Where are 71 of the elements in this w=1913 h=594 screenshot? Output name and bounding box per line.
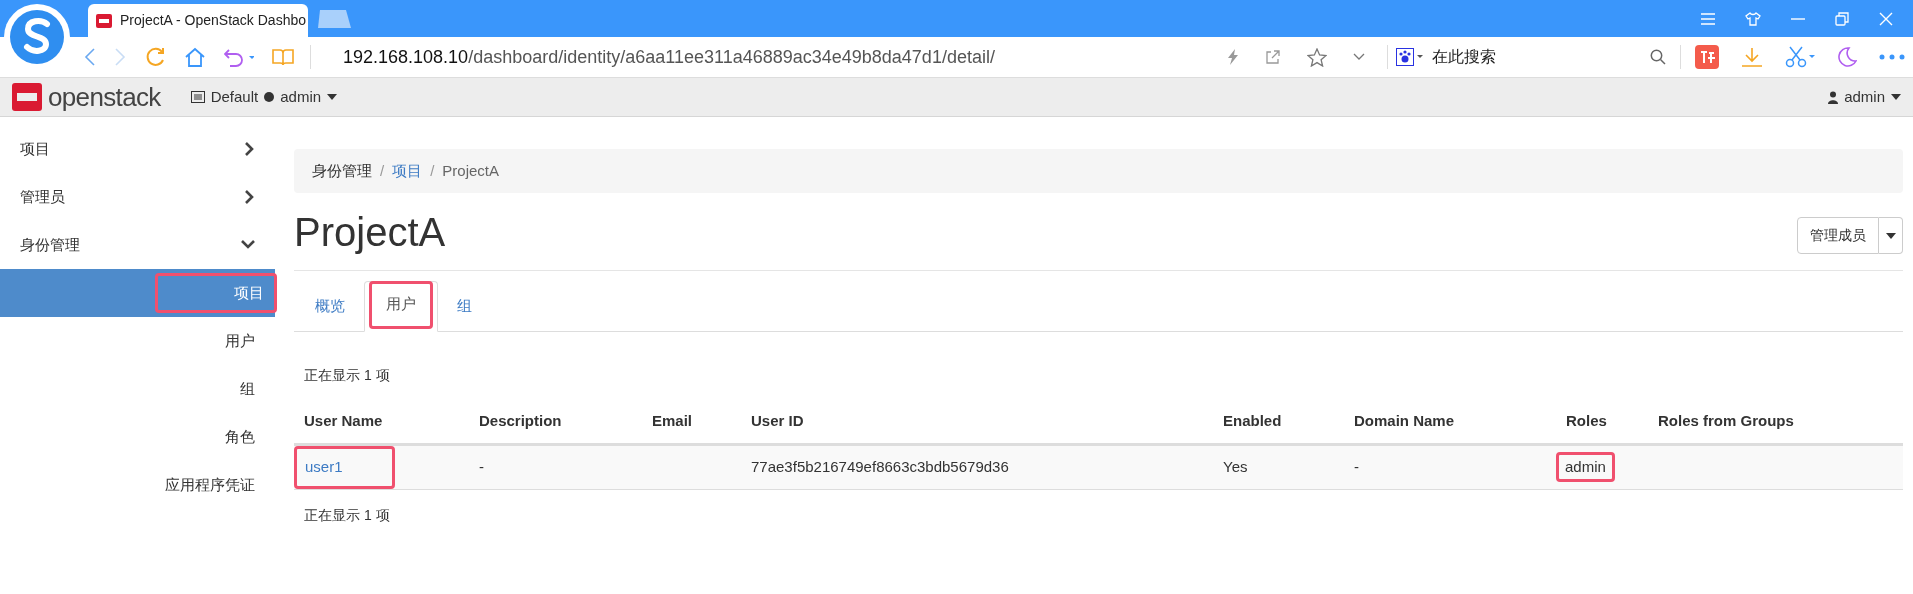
logo-text: openstack [48,84,161,110]
share-icon[interactable] [1265,49,1281,65]
back-icon[interactable] [84,48,96,66]
breadcrumb-item: 身份管理 [312,160,372,181]
star-icon[interactable] [1307,47,1327,67]
sidebar-item[interactable]: 身份管理 [0,221,275,269]
column-header: User Name [294,399,469,444]
column-header: Description [469,399,642,444]
table-cell-text: admin [1565,456,1606,477]
sidebar-item[interactable]: 项目 [0,125,275,173]
browser-tab[interactable]: ProjectA - OpenStack Dashbo [88,4,308,37]
lightning-icon[interactable] [1227,49,1239,65]
moon-icon[interactable] [1837,47,1857,67]
list-icon [190,91,205,103]
sidebar-item[interactable]: 管理员 [0,173,275,221]
reload-icon[interactable] [144,46,166,68]
sidebar-subitem[interactable]: 角色 [225,425,261,449]
book-icon[interactable] [272,48,294,66]
caret-icon [1891,94,1901,100]
table-cell: 77ae3f5b216749ef8663c3bdb5679d36 [751,457,1009,475]
user-icon [1828,90,1839,104]
page-title: ProjectA [294,211,446,252]
breadcrumb-separator: / [430,160,435,181]
tab[interactable]: 组 [438,281,491,332]
restore-icon[interactable] [1835,11,1849,26]
openstack-logo[interactable]: openstack [12,83,161,111]
shirt-icon[interactable] [1745,11,1761,26]
menu-icon[interactable] [1701,12,1715,25]
more-icon[interactable] [1879,54,1905,60]
search-field[interactable]: 在此搜索 [1432,45,1642,69]
address-field[interactable]: 192.168.108.10/dashboard/identity/a6aa11ee311a46889ac34e49b8da47d1/detail/ [343,43,995,71]
sidebar-subitem[interactable]: 应用程序凭证 [165,473,261,497]
column-header: Roles from Groups [1648,399,1898,444]
caret-icon [327,94,338,100]
user-menu[interactable]: admin [1828,85,1901,109]
chevron-down-icon[interactable] [1353,53,1365,61]
search-icon [1650,49,1666,65]
column-header: User ID [741,399,1213,444]
tab[interactable]: 概览 [296,281,364,332]
column-header: Roles [1546,399,1648,444]
dropdown-button[interactable] [1879,217,1903,254]
dot-icon [264,92,275,102]
item-count: 正在显示 1 项 [303,505,391,525]
tab-title: ProjectA - OpenStack Dashbo [120,11,306,30]
breadcrumb-item: ProjectA [442,160,500,181]
download-icon[interactable] [1741,47,1763,67]
sidebar-subitem[interactable]: 项目 [234,281,264,305]
scissors-icon[interactable] [1785,46,1815,68]
undo-icon[interactable] [224,47,254,67]
table-cell: - [1354,457,1359,475]
breadcrumb-separator: / [380,160,385,181]
table-cell: Yes [1223,457,1248,475]
manage-members-button[interactable]: 管理成员 [1797,217,1879,254]
openstack-icon [12,83,42,111]
translate-icon[interactable] [1695,45,1719,69]
caret-icon [1885,232,1896,239]
user-link[interactable]: user1 [305,455,343,479]
home-icon[interactable] [184,46,206,68]
item-count: 正在显示 1 项 [303,366,391,385]
sidebar-subitem[interactable]: 用户 [225,329,261,353]
close-icon[interactable] [1879,11,1893,26]
column-header: Domain Name [1344,399,1546,444]
column-header: Email [642,399,741,444]
sidebar-subitem[interactable]: 组 [240,377,261,401]
project-selector[interactable]: Default admin [190,85,338,109]
openstack-icon [96,13,112,28]
breadcrumb-link[interactable]: 项目 [392,159,423,183]
column-header: Enabled [1213,399,1344,444]
paw-icon [1396,48,1424,66]
table-cell: - [479,457,484,475]
new-tab-icon[interactable] [316,9,352,29]
